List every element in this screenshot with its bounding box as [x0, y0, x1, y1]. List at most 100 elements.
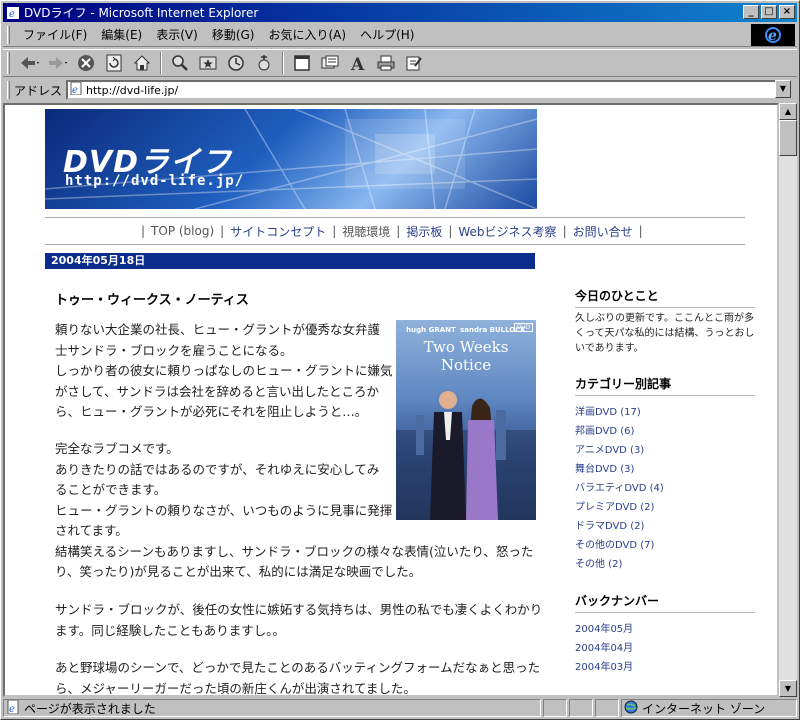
- sidebar-heading-today: 今日のひとこと: [575, 287, 755, 308]
- ie-logo-icon: e: [751, 24, 795, 46]
- svg-text:A: A: [350, 55, 365, 72]
- page-icon: e: [70, 81, 83, 98]
- fullscreen-icon[interactable]: [290, 51, 314, 75]
- minimize-button[interactable]: _: [743, 5, 759, 19]
- status-cell: [543, 699, 567, 717]
- nav-concept[interactable]: サイトコンセプト: [230, 223, 326, 240]
- status-zone-text: インターネット ゾーン: [642, 701, 766, 716]
- toolbar-grip[interactable]: [7, 52, 10, 74]
- maximize-button[interactable]: □: [761, 5, 777, 19]
- toolbar: A: [3, 49, 797, 77]
- status-cell: [569, 699, 593, 717]
- site-banner[interactable]: DVDライフ http://dvd-life.jp/: [45, 109, 537, 209]
- print-icon[interactable]: [374, 51, 398, 75]
- channels-icon[interactable]: [252, 51, 276, 75]
- nav-environment[interactable]: 視聴環境: [342, 223, 390, 240]
- category-link[interactable]: バラエティDVD (4): [575, 479, 664, 494]
- nav-top[interactable]: TOP (blog): [151, 224, 214, 238]
- mail-icon[interactable]: [318, 51, 342, 75]
- paragraph-line: ありきたりの話ではあるのですが、それゆえに安心してみ: [55, 461, 380, 477]
- post-paragraph-2: 完全なラブコメです。 ありきたりの話ではあるのですが、それゆえに安心してみ るこ…: [55, 439, 533, 583]
- refresh-icon[interactable]: [102, 51, 126, 75]
- paragraph-line: 完全なラブコメです。: [55, 441, 179, 456]
- forward-icon[interactable]: [46, 51, 70, 75]
- backnumber-link[interactable]: 2004年04月: [575, 639, 633, 654]
- nav-separator: |: [220, 224, 225, 238]
- addressbar-grip[interactable]: [7, 81, 10, 99]
- menu-go[interactable]: 移動(G): [205, 26, 262, 43]
- address-value: http://dvd-life.jp/: [86, 83, 179, 97]
- paragraph-line: ら、メジャーリーガーだった頃の新庄くんが出演されてました。: [55, 680, 416, 696]
- address-bar: アドレス e http://dvd-life.jp/ ▼: [3, 79, 797, 101]
- address-dropdown-icon[interactable]: ▼: [775, 80, 791, 98]
- menu-favorites[interactable]: お気に入り(A): [261, 26, 353, 43]
- post-paragraph-3: サンドラ・ブロックが、後任の女性に嫉妬する気持ちは、男性の私でも凄くよくわかり …: [55, 600, 542, 641]
- paragraph-line: ら、ヒュー・グラントが必死にそれを阻止しようと…。: [55, 404, 368, 419]
- back-icon[interactable]: [18, 51, 42, 75]
- category-link[interactable]: 洋画DVD (17): [575, 403, 641, 418]
- menu-file[interactable]: ファイル(F): [16, 26, 94, 43]
- nav-separator: |: [396, 224, 401, 238]
- stop-icon[interactable]: [74, 51, 98, 75]
- nav-bbs[interactable]: 掲示板: [406, 223, 442, 240]
- nav-webbiz[interactable]: Webビジネス考察: [458, 223, 556, 240]
- edit-icon[interactable]: [402, 51, 426, 75]
- category-link[interactable]: アニメDVD (3): [575, 441, 644, 456]
- nav-separator: |: [141, 224, 146, 238]
- nav-contact[interactable]: お問い合せ: [573, 223, 633, 240]
- paragraph-line: 頼りない大企業の社長、ヒュー・グラントが優秀な女弁護: [55, 322, 381, 337]
- menu-help[interactable]: ヘルプ(H): [353, 26, 421, 43]
- paragraph-line: ることができます。: [55, 482, 167, 497]
- close-button[interactable]: ×: [779, 5, 795, 19]
- paragraph-line: サンドラ・ブロックが、後任の女性に嫉妬する気持ちは、男性の私でも凄くよくわかり: [55, 602, 543, 617]
- sidebar-heading-category: カテゴリー別記事: [575, 375, 755, 396]
- menubar-grip[interactable]: [7, 25, 10, 44]
- history-icon[interactable]: [224, 51, 248, 75]
- today-line: いであります。: [575, 343, 644, 354]
- site-nav: | TOP (blog) | サイトコンセプト | 視聴環境 | 掲示板 | W…: [45, 217, 745, 245]
- backnumber-link[interactable]: 2004年03月: [575, 658, 633, 673]
- post-paragraph-1: 頼りない大企業の社長、ヒュー・グラントが優秀な女弁護 士サンドラ・ブロックを雇う…: [55, 320, 393, 423]
- nav-separator: |: [638, 224, 643, 238]
- paragraph-line: しっかり者の彼女に頼りっぱなしのヒュー・グラントに嫌気: [55, 363, 393, 378]
- status-cell: [595, 699, 619, 717]
- nav-separator: |: [448, 224, 453, 238]
- category-link[interactable]: その他のDVD (7): [575, 536, 654, 551]
- scroll-down-icon[interactable]: ▼: [779, 680, 797, 697]
- font-icon[interactable]: A: [346, 51, 370, 75]
- menu-edit[interactable]: 編集(E): [94, 26, 149, 43]
- category-link[interactable]: 邦画DVD (6): [575, 422, 634, 437]
- address-label: アドレス: [14, 83, 63, 98]
- paragraph-line: 結構笑えるシーンもありますし、サンドラ・ブロックの様々な表情(泣いたり、怒った: [55, 543, 534, 559]
- svg-text:e: e: [72, 85, 78, 95]
- toolbar-separator: [282, 52, 284, 74]
- ie-page-icon: e: [5, 5, 21, 21]
- post-paragraph-4: あと野球場のシーンで、どっかで見たことのあるバッティングフォームだなぁと思った …: [55, 658, 541, 696]
- status-zone: インターネット ゾーン: [621, 699, 797, 717]
- vertical-scrollbar[interactable]: ▲ ▼: [779, 103, 797, 697]
- scroll-thumb[interactable]: [779, 120, 797, 156]
- window-title: DVDライフ - Microsoft Internet Explorer: [24, 6, 259, 20]
- favorites-icon[interactable]: [196, 51, 220, 75]
- category-link[interactable]: その他 (2): [575, 555, 622, 570]
- paragraph-line: がさして、サンドラは会社を辞めると言い出したところか: [55, 383, 380, 399]
- category-link[interactable]: プレミアDVD (2): [575, 498, 654, 513]
- paragraph-line: 士サンドラ・ブロックを雇うことになる。: [55, 342, 293, 358]
- backnumber-link[interactable]: 2004年05月: [575, 620, 633, 635]
- menu-view[interactable]: 表示(V): [149, 26, 205, 43]
- banner-url: http://dvd-life.jp/: [65, 173, 245, 189]
- svg-text:e: e: [9, 704, 15, 714]
- home-icon[interactable]: [130, 51, 154, 75]
- paragraph-line: されてます。: [55, 523, 128, 538]
- address-input[interactable]: e http://dvd-life.jp/ ▼: [66, 80, 791, 100]
- paragraph-line: ヒュー・グラントの頼りなさが、いつものように見事に発揮: [55, 502, 393, 518]
- category-link[interactable]: 舞台DVD (3): [575, 460, 634, 475]
- today-line: くって天パな私的には結構、うっとおし: [575, 328, 755, 339]
- menu-bar: ファイル(F) 編集(E) 表示(V) 移動(G) お気に入り(A) ヘルプ(H…: [3, 23, 797, 47]
- paragraph-line: あと野球場のシーンで、どっかで見たことのあるバッティングフォームだなぁと思った: [55, 660, 541, 675]
- scroll-up-icon[interactable]: ▲: [779, 103, 797, 120]
- status-text: ページが表示されました: [24, 701, 156, 716]
- category-link[interactable]: ドラマDVD (2): [575, 517, 644, 532]
- post-title[interactable]: トゥー・ウィークス・ノーティス: [55, 289, 249, 308]
- search-icon[interactable]: [168, 51, 192, 75]
